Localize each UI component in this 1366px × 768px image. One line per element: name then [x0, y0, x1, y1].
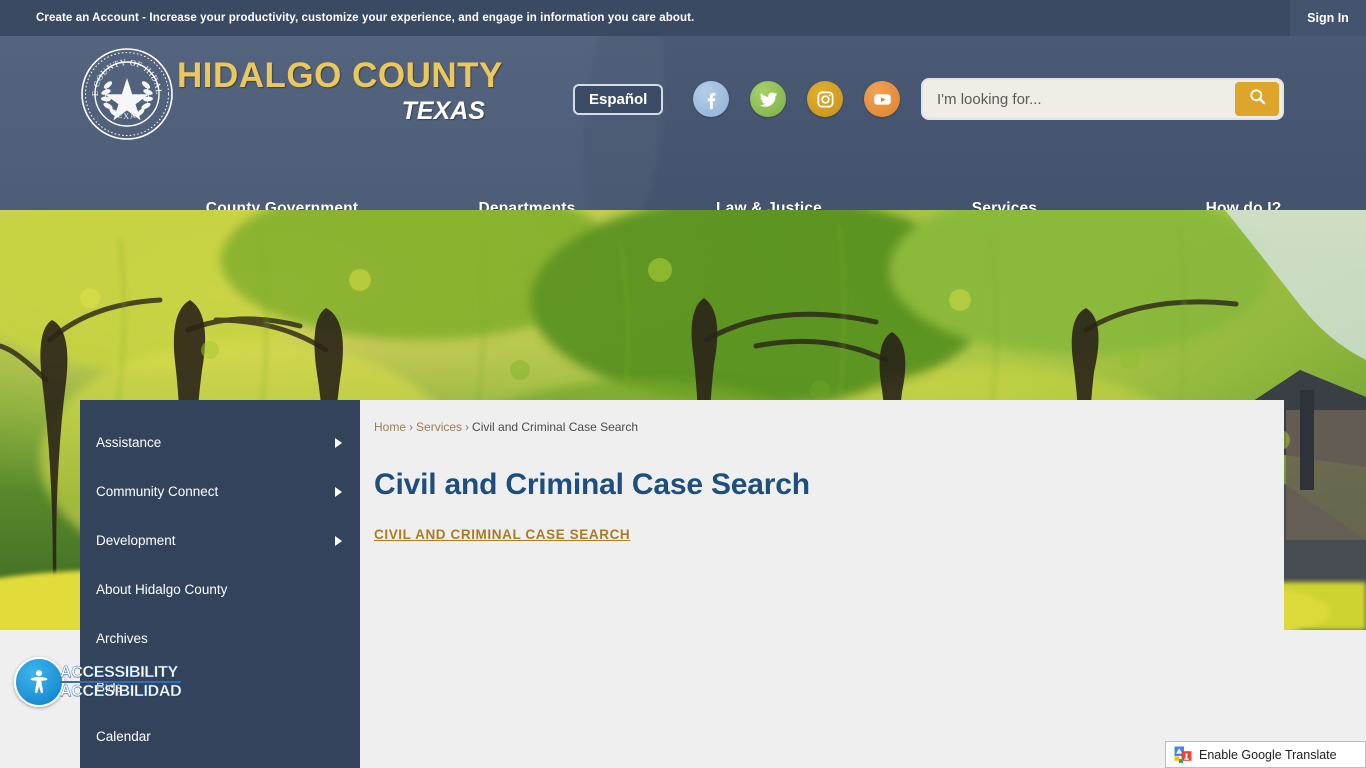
sidebar-item-label: Archives [96, 631, 148, 646]
accessibility-person-icon [14, 657, 64, 707]
google-translate-icon [1174, 746, 1192, 764]
section-sidebar-navigation: Assistance Community Connect Development… [80, 400, 360, 768]
breadcrumb-separator: › [409, 420, 414, 434]
create-account-link[interactable]: Create an Account [36, 12, 139, 24]
search-icon [1248, 87, 1267, 111]
google-translate-label: Enable Google Translate [1199, 747, 1337, 762]
top-utility-bar: Create an Account - Increase your produc… [0, 0, 1366, 36]
breadcrumb-separator: › [465, 420, 470, 434]
social-links [693, 81, 900, 117]
wordmark-county: HIDALGO COUNTY [177, 56, 503, 95]
breadcrumb-link-services[interactable]: Services [416, 420, 462, 434]
main-content-panel: Home › Services › Civil and Criminal Case Se… [360, 400, 1284, 768]
youtube-icon[interactable] [864, 81, 900, 117]
accessibility-widget-text: ACCESSIBILITY ACCESIBILIDAD [60, 664, 182, 700]
sidebar-item-label: Community Connect [96, 484, 219, 499]
sidebar-item-label: About Hidalgo County [96, 582, 228, 597]
create-account-message[interactable]: Create an Account - Increase your produc… [36, 12, 694, 24]
twitter-icon[interactable] [750, 81, 786, 117]
sidebar-item-calendar[interactable]: Calendar [80, 712, 360, 761]
nav-item-law-justice[interactable]: Law & Justice [650, 200, 888, 211]
nav-item-county-government[interactable]: County Government [160, 200, 404, 211]
nav-item-services[interactable]: Services [888, 200, 1121, 211]
civil-criminal-case-search-link[interactable]: CIVIL AND CRIMINAL CASE SEARCH [374, 527, 630, 542]
espanol-language-button[interactable]: Español [573, 84, 664, 115]
sidebar-item-assistance[interactable]: Assistance [80, 418, 360, 467]
nav-item-departments[interactable]: Departments [404, 200, 650, 211]
svg-text:THE COUNTY OF HIDALGO: THE COUNTY OF HIDALGO [80, 47, 164, 96]
site-search[interactable] [921, 78, 1284, 120]
accessibility-label-es: ACCESIBILIDAD [60, 683, 182, 700]
search-button[interactable] [1235, 82, 1279, 116]
breadcrumb: Home › Services › Civil and Criminal Case Se… [374, 414, 1258, 434]
create-account-message-rest: - Increase your productivity, customize … [138, 12, 695, 24]
page-content: Assistance Community Connect Development… [80, 400, 1284, 768]
sidebar-item-about-hidalgo-county[interactable]: About Hidalgo County [80, 565, 360, 614]
breadcrumb-current: Civil and Criminal Case Search [472, 420, 639, 434]
sidebar-item-archives[interactable]: Archives [80, 614, 360, 663]
accessibility-widget[interactable]: ACCESSIBILITY ACCESIBILIDAD [14, 657, 182, 707]
instagram-icon[interactable] [807, 81, 843, 117]
chevron-right-icon [335, 486, 342, 497]
site-wordmark[interactable]: HIDALGO COUNTY TEXAS [177, 56, 577, 136]
sign-in-button[interactable]: Sign In [1290, 0, 1366, 36]
sidebar-item-label: Calendar [96, 729, 151, 744]
sidebar-item-development[interactable]: Development [80, 516, 360, 565]
breadcrumb-link-home[interactable]: Home [374, 420, 406, 434]
sidebar-item-label: Assistance [96, 435, 162, 450]
sidebar-item-community-connect[interactable]: Community Connect [80, 467, 360, 516]
page-title: Civil and Criminal Case Search [374, 468, 810, 501]
nav-item-how-do-i[interactable]: How do I? [1121, 200, 1366, 211]
chevron-right-icon [335, 437, 342, 448]
chevron-right-icon [335, 535, 342, 546]
search-input[interactable] [923, 90, 1235, 108]
primary-navigation: County Government Departments Law & Just… [160, 181, 1366, 211]
wordmark-state: TEXAS [401, 97, 485, 125]
site-header: THE COUNTY OF HIDALGO TEXAS [0, 36, 1366, 210]
county-seal-icon[interactable]: THE COUNTY OF HIDALGO TEXAS [77, 39, 174, 141]
enable-google-translate-button[interactable]: Enable Google Translate [1165, 741, 1366, 768]
accessibility-label-en: ACCESSIBILITY [60, 664, 179, 681]
facebook-icon[interactable] [693, 81, 729, 117]
sidebar-item-label: Development [96, 533, 176, 548]
